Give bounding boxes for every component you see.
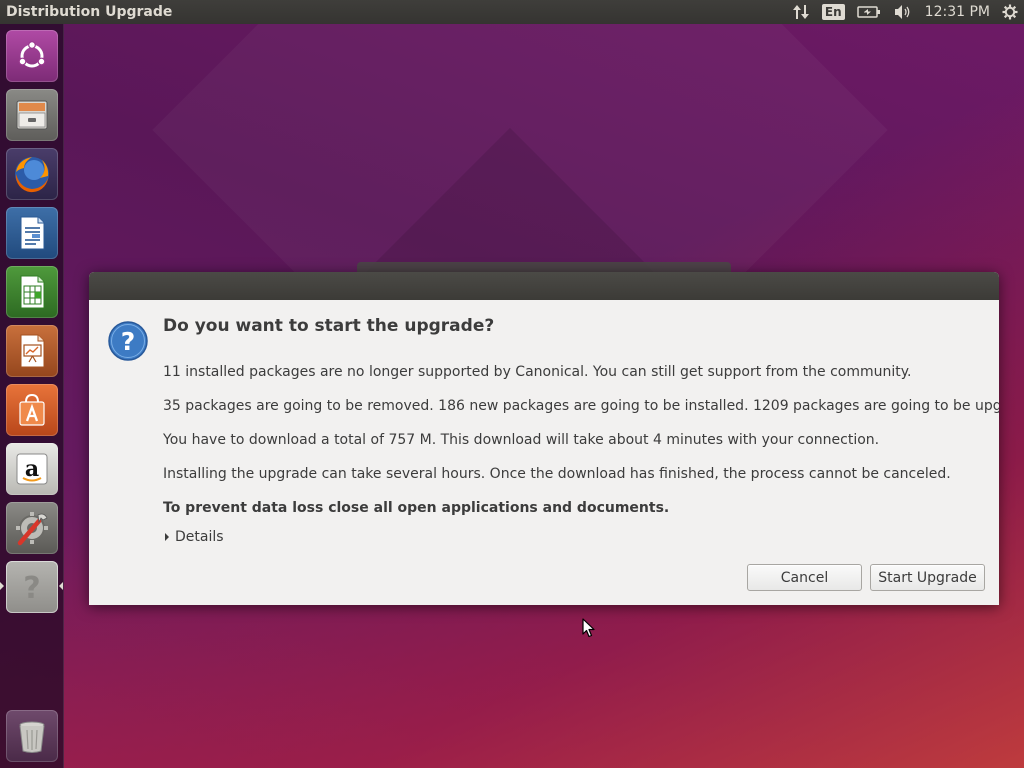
download-size-text: You have to download a total of 757 M. T…: [163, 432, 880, 448]
mouse-cursor-icon: [582, 618, 595, 638]
data-loss-warning: To prevent data loss close all open appl…: [163, 500, 670, 516]
keyboard-indicator[interactable]: En: [816, 0, 851, 24]
language-badge: En: [821, 4, 845, 20]
network-indicator[interactable]: [786, 0, 816, 24]
launcher-dash-home[interactable]: [6, 30, 58, 82]
package-changes-text: 35 packages are going to be removed. 186…: [163, 398, 999, 414]
top-panel: Distribution Upgrade En 12:31 PM: [0, 0, 1024, 24]
session-menu[interactable]: [996, 0, 1024, 24]
ubuntu-logo-icon: [18, 41, 46, 68]
calc-spreadsheet-icon: [20, 275, 45, 309]
launcher-unknown-app[interactable]: ?: [6, 561, 58, 613]
cancel-button[interactable]: Cancel: [747, 564, 862, 591]
question-icon: ?: [108, 321, 148, 361]
clock[interactable]: 12:31 PM: [919, 0, 996, 24]
start-upgrade-button[interactable]: Start Upgrade: [870, 564, 985, 591]
settings-wrench-icon: [16, 512, 48, 546]
gear-icon: [1002, 4, 1018, 20]
launcher-settings[interactable]: [6, 502, 58, 554]
launcher-amazon[interactable]: a: [6, 443, 58, 495]
svg-text:a: a: [25, 456, 39, 482]
launcher-impress[interactable]: [6, 325, 58, 377]
duration-warning-text: Installing the upgrade can take several …: [163, 466, 951, 482]
volume-icon: [894, 5, 910, 19]
launcher-trash[interactable]: [6, 710, 58, 762]
battery-indicator[interactable]: [851, 0, 887, 24]
details-expander[interactable]: Details: [165, 529, 224, 545]
software-bag-icon: [19, 393, 45, 426]
unsupported-packages-text: 11 installed packages are no longer supp…: [163, 364, 912, 380]
upgrade-dialog: ? Do you want to start the upgrade? 11 i…: [89, 272, 999, 605]
network-arrows-icon: [792, 5, 809, 19]
launcher-active-pip: [0, 582, 4, 590]
launcher-files[interactable]: [6, 89, 58, 141]
dialog-body: 11 installed packages are no longer supp…: [163, 364, 999, 534]
window-title: Distribution Upgrade: [6, 4, 173, 20]
launcher-firefox[interactable]: [6, 148, 58, 200]
dialog-titlebar[interactable]: [89, 272, 999, 300]
expander-arrow-icon: [165, 533, 169, 541]
launcher-writer[interactable]: [6, 207, 58, 259]
svg-text:?: ?: [121, 327, 136, 356]
impress-presentation-icon: [20, 334, 45, 368]
sound-indicator[interactable]: [887, 0, 919, 24]
trash-icon: [19, 721, 45, 753]
launcher-calc[interactable]: [6, 266, 58, 318]
launcher-software[interactable]: [6, 384, 58, 436]
launcher-focused-pip: [59, 582, 63, 590]
file-cabinet-icon: [16, 100, 48, 130]
svg-text:?: ?: [23, 571, 40, 606]
launcher: a ?: [0, 24, 64, 768]
writer-document-icon: [20, 216, 45, 250]
amazon-logo-icon: a: [16, 453, 48, 485]
question-mark-icon: ?: [23, 571, 40, 606]
details-label: Details: [175, 529, 224, 545]
firefox-icon: [15, 157, 49, 193]
dialog-heading: Do you want to start the upgrade?: [163, 316, 495, 336]
battery-icon: [856, 6, 880, 18]
indicator-area: En 12:31 PM: [786, 0, 1024, 24]
